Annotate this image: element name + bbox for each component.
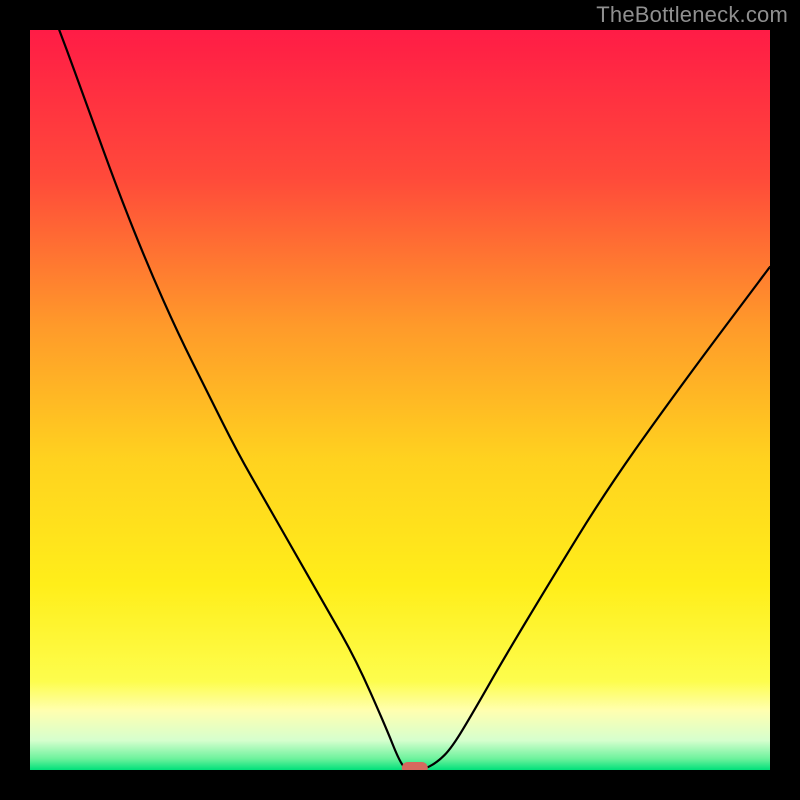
chart-background-gradient — [30, 30, 770, 770]
chart-svg — [30, 30, 770, 770]
optimal-point-marker — [402, 762, 428, 770]
chart-frame: TheBottleneck.com — [0, 0, 800, 800]
watermark-text: TheBottleneck.com — [596, 2, 788, 28]
chart-plot-area — [30, 30, 770, 770]
